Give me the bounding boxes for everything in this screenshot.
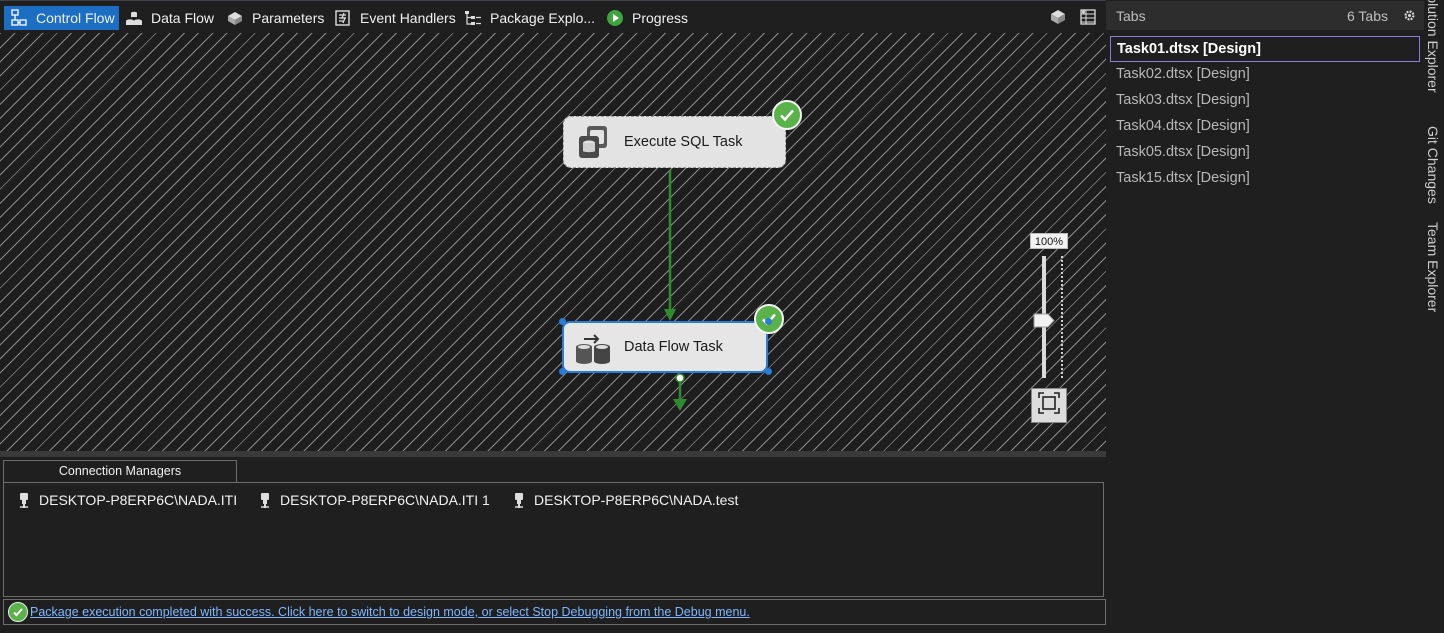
document-tab-task01[interactable]: Task01.dtsx [Design] [1110,36,1420,62]
canvas-splitter[interactable] [0,451,1106,457]
selection-handle[interactable] [765,368,772,375]
zoom-fit-icon [1038,392,1060,419]
connection-manager-label: DESKTOP-P8ERP6C\NADA.test [534,492,739,508]
tabs-title: Tabs [1116,7,1146,24]
tab-package-explorer-label: Package Explo... [490,10,596,26]
connection-plug-icon [511,491,527,509]
data-flow-task-label: Data Flow Task [624,339,723,355]
output-connector-arrowhead [673,399,687,411]
data-flow-icon [125,9,143,27]
tabs-header: Tabs 6 Tabs [1106,1,1424,30]
document-tab-task15[interactable]: Task15.dtsx [Design] [1110,166,1420,192]
event-handlers-icon [334,9,352,27]
data-flow-task[interactable]: Data Flow Task [562,321,768,373]
connection-manager-item[interactable]: DESKTOP-P8ERP6C\NADA.ITI 1 [257,491,490,509]
precedence-constraint-arrowhead [664,309,676,321]
tab-progress-label: Progress [632,10,689,26]
git-changes-tab[interactable]: Git Changes [1425,126,1441,204]
selection-handle[interactable] [559,318,566,325]
success-check-icon [772,100,802,130]
execution-status-bar: Package execution completed with success… [3,599,1106,625]
tab-progress[interactable]: Progress [600,6,692,30]
output-connector-handle[interactable] [675,373,685,383]
zoom-to-fit-button[interactable] [1031,388,1067,423]
connection-managers-tab[interactable]: Connection Managers [3,460,237,482]
tab-control-flow-label: Control Flow [36,10,115,26]
connection-manager-label: DESKTOP-P8ERP6C\NADA.ITI [39,492,238,508]
tab-data-flow[interactable]: Data Flow [119,6,218,30]
connection-plug-icon [16,491,32,509]
zoom-slider-thumb[interactable] [1033,313,1055,328]
side-tool-window-strip: Solution Explorer Git Changes Team Explo… [1424,0,1444,633]
tabs-count: 6 Tabs [1347,7,1388,24]
selection-handle[interactable] [765,318,772,325]
progress-play-icon [606,9,624,27]
variables-grid-icon[interactable] [1078,7,1098,27]
selection-handle[interactable] [559,368,566,375]
data-flow-task-icon [570,324,616,370]
zoom-level: 100% [1030,233,1068,249]
tab-event-handlers[interactable]: Event Handlers [328,6,460,30]
parameters-icon [226,9,244,27]
solution-explorer-tab[interactable]: Solution Explorer [1425,0,1441,93]
tab-parameters-label: Parameters [252,10,325,26]
tab-parameters[interactable]: Parameters [220,6,328,30]
team-explorer-tab[interactable]: Team Explorer [1425,222,1441,312]
document-tab-task03[interactable]: Task03.dtsx [Design] [1110,88,1420,114]
execute-sql-task[interactable]: Execute SQL Task [563,116,786,168]
execute-sql-task-label: Execute SQL Task [624,134,743,150]
gear-icon[interactable] [1402,8,1416,22]
switch-to-design-mode-link[interactable]: Package execution completed with success… [30,605,750,619]
document-tab-task05[interactable]: Task05.dtsx [Design] [1110,140,1420,166]
tabs-tool-window: Tabs 6 Tabs Task01.dtsx [Design] Task02.… [1106,0,1424,633]
connection-manager-item[interactable]: DESKTOP-P8ERP6C\NADA.test [511,491,738,509]
designer-tab-strip: Control Flow Data Flow Parameters Event … [0,0,1106,33]
connection-managers-panel: DESKTOP-P8ERP6C\NADA.ITI DESKTOP-P8ERP6C… [3,482,1104,597]
tab-data-flow-label: Data Flow [151,10,215,26]
zoom-slider-ticks [1061,256,1063,378]
tab-control-flow[interactable]: Control Flow [4,6,119,30]
connection-plug-icon [257,491,273,509]
tab-package-explorer[interactable]: Package Explo... [458,6,599,30]
execute-sql-icon [570,119,616,165]
connection-manager-item[interactable]: DESKTOP-P8ERP6C\NADA.ITI [16,491,237,509]
control-flow-canvas[interactable]: Execute SQL Task Data Flow Task 100% [0,33,1106,451]
document-tab-task04[interactable]: Task04.dtsx [Design] [1110,114,1420,140]
connection-manager-label: DESKTOP-P8ERP6C\NADA.ITI 1 [280,492,490,508]
tab-event-handlers-label: Event Handlers [360,10,456,26]
document-tab-task02[interactable]: Task02.dtsx [Design] [1110,62,1420,88]
parameters-toolbar-icon[interactable] [1048,7,1068,27]
precedence-constraints [664,170,687,411]
control-flow-icon [10,9,28,27]
success-check-icon [8,602,28,622]
package-explorer-icon [464,9,482,27]
